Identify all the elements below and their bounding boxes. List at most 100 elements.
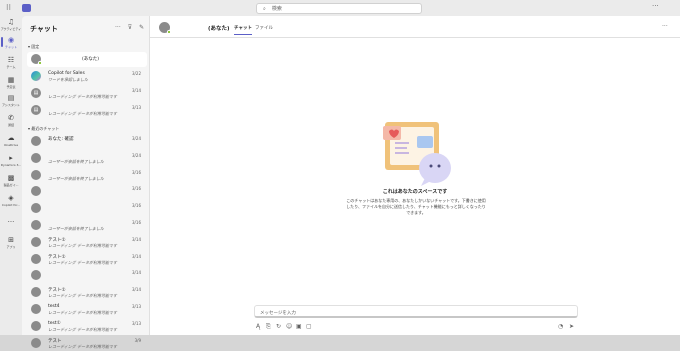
- chat-list-item[interactable]: あなた: 確認 3/24: [27, 134, 147, 149]
- rail-item-label: OneDrive: [3, 143, 19, 147]
- dynamics-icon: ▸: [9, 154, 13, 162]
- presence-available-icon: [38, 61, 42, 65]
- chat-list-item[interactable]: test① レコーディング データが利用可能です 3/13: [27, 319, 147, 334]
- copilot-avatar-icon: [31, 71, 41, 81]
- chat-date: 3/24: [132, 136, 141, 141]
- new-chat-icon[interactable]: ✎: [139, 24, 144, 31]
- chat-date: 3/13: [132, 304, 141, 309]
- avatar: [31, 186, 41, 197]
- chat-list-item[interactable]: 3/16: [27, 201, 147, 216]
- gif-icon[interactable]: ▣: [296, 323, 302, 330]
- format-icon[interactable]: Ą: [256, 323, 260, 330]
- rail-item-dynamics[interactable]: ▸ Dynamics 3...: [0, 154, 22, 172]
- chat-list-item[interactable]: テスト レコーディング データが利用可能です 3/9: [27, 336, 147, 351]
- chat-preview: レコーディング データが利用可能です: [48, 293, 117, 299]
- avatar: [31, 236, 41, 247]
- avatar: [31, 136, 41, 146]
- chat-list-item[interactable]: Copilot for Sales ワードを承認しました 3/22: [27, 69, 147, 84]
- empty-state-title: これはあなたのスペースです: [382, 189, 448, 195]
- chat-date: 3/14: [132, 270, 141, 276]
- avatar: [31, 270, 41, 281]
- presence-available-icon: [167, 30, 171, 34]
- loop-icon[interactable]: ↻: [276, 323, 281, 330]
- rail-item-label: アクティビティ: [0, 27, 22, 31]
- recent-section-label[interactable]: ▾ 最近のチャット: [28, 126, 59, 132]
- rail-item-apps[interactable]: ⊞ アプリ: [0, 236, 22, 254]
- tab-files[interactable]: ファイル: [255, 25, 273, 31]
- more-icon[interactable]: ···: [115, 24, 121, 31]
- header-more-icon[interactable]: ···: [662, 23, 668, 30]
- sticker-icon[interactable]: ▢: [306, 323, 312, 330]
- rail-item-phone[interactable]: ✆ 通話: [0, 114, 22, 132]
- empty-space-illustration: [383, 122, 451, 186]
- chat-list-panel: チャット ··· ⊽ ✎ ▾ 固定 ▾ 最近のチャット (あなた) Copilot…: [22, 16, 150, 349]
- meeting-avatar-icon: ▤: [31, 105, 41, 115]
- rail-item-label: Dynamics 3...: [0, 163, 22, 167]
- tab-chat[interactable]: チャット: [234, 25, 252, 35]
- search-placeholder: 検索: [271, 6, 282, 12]
- chat-list-item[interactable]: test4 レコーディング データが利用可能です 3/13: [27, 302, 147, 317]
- chat-icon: ◉: [7, 36, 15, 44]
- chat-name: test4: [48, 304, 60, 309]
- app-launcher-icon[interactable]: ⁝⁝: [6, 4, 14, 12]
- attach-icon[interactable]: ⎘: [266, 323, 271, 330]
- rail-item-copilot-app[interactable]: ◈ Copilot for...: [0, 194, 22, 212]
- chat-list-item[interactable]: テスト① レコーディング データが利用可能です 3/14: [27, 235, 147, 250]
- chat-date: 3/16: [132, 169, 141, 175]
- meeting-avatar-icon: ▤: [31, 88, 41, 98]
- rail-item-calendar[interactable]: ▦ 予定表: [0, 76, 22, 94]
- schedule-icon[interactable]: ◔: [558, 323, 563, 330]
- avatar: [31, 337, 41, 348]
- avatar: [31, 54, 42, 65]
- search-input[interactable]: ⌕ 検索: [256, 3, 422, 14]
- guide-icon: ▩: [7, 174, 15, 182]
- bell-icon: ♫: [7, 18, 15, 26]
- rail-item-label: アプリ: [6, 245, 16, 249]
- rail-item-label: 通話: [7, 123, 14, 127]
- send-icon[interactable]: ➤: [569, 323, 574, 330]
- chat-list-item[interactable]: ユーザーが会話を終了しました 3/16: [27, 168, 147, 183]
- rail-item-label: アシスタント: [2, 103, 20, 107]
- app-window: ⁝⁝ ⌕ 検索 ··· ♫ アクティビティ ◉ チャット ☷ チーム ▦ 予定表 ▤ アシスタント…: [0, 0, 680, 349]
- filter-icon[interactable]: ⊽: [128, 24, 132, 31]
- rail-item-cloud[interactable]: ☁ OneDrive: [0, 134, 22, 152]
- chat-list-item[interactable]: 3/14: [27, 268, 147, 283]
- search-icon: ⌕: [263, 5, 266, 12]
- avatar: [31, 253, 41, 264]
- chat-date: 3/14: [132, 88, 141, 93]
- empty-state-description: このチャットはあなた専用の、あなたしかいないチャットです。下書きに使用したり、フ…: [346, 198, 486, 215]
- chat-list-item[interactable]: テスト① レコーディング データが利用可能です 3/14: [27, 285, 147, 300]
- chat-list-item[interactable]: ▤ レコーディング データが利用可能です 3/14: [27, 86, 147, 101]
- chat-list-item[interactable]: ユーザーが会話を終了しました 3/24: [27, 151, 147, 166]
- rail-item-label: 製品ガイ...: [3, 183, 19, 187]
- more-options-icon[interactable]: ···: [652, 2, 659, 10]
- chat-list-item[interactable]: 3/16: [27, 184, 147, 199]
- rail-item-assistant[interactable]: ▤ アシスタント: [0, 94, 22, 112]
- chat-date: 3/16: [132, 220, 141, 225]
- rail-item-label: チーム: [6, 65, 16, 69]
- more-apps-icon: ···: [7, 218, 15, 226]
- rail-item-teams[interactable]: ☷ チーム: [0, 56, 22, 74]
- chat-list-title: チャット: [30, 25, 58, 33]
- chat-list-item[interactable]: ▤ レコーディング データが利用可能です 3/13: [27, 103, 147, 118]
- chat-date: 3/14: [132, 287, 141, 293]
- assistant-icon: ▤: [7, 94, 15, 102]
- chat-preview: レコーディング データが利用可能です: [48, 326, 117, 332]
- message-input[interactable]: メッセージを入力: [254, 305, 578, 318]
- pinned-section-label[interactable]: ▾ 固定: [28, 44, 39, 50]
- rail-item-more-apps[interactable]: ···: [0, 218, 22, 236]
- avatar[interactable]: [159, 22, 171, 34]
- title-bar: ⁝⁝ ⌕ 検索 ···: [0, 0, 680, 16]
- calendar-icon: ▦: [7, 76, 15, 84]
- rail-item-guide[interactable]: ▩ 製品ガイ...: [0, 174, 22, 192]
- rail-item-bell[interactable]: ♫ アクティビティ: [0, 18, 22, 36]
- chat-list-item[interactable]: ユーザーが会話を終了しました 3/16: [27, 218, 147, 233]
- chat-preview: レコーディング データが利用可能です: [48, 94, 117, 99]
- avatar: [31, 220, 41, 230]
- chat-list-item[interactable]: (あなた): [27, 52, 147, 67]
- emoji-icon[interactable]: ☺: [286, 323, 292, 330]
- avatar: [31, 203, 41, 214]
- chat-list-item[interactable]: テスト① レコーディング データが利用可能です 3/14: [27, 252, 147, 267]
- rail-item-chat[interactable]: ◉ チャット: [0, 36, 22, 54]
- chat-date: 3/22: [132, 71, 141, 76]
